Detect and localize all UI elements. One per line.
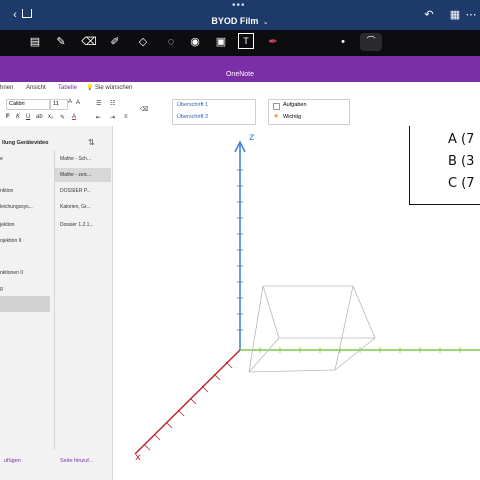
dot-icon[interactable]: • [334,33,352,51]
font-name: Calibri [9,101,25,107]
tell-me-search[interactable]: Sie wünschen [95,85,132,91]
add-section-button[interactable]: ufügen [4,458,21,464]
page-item[interactable]: Mathe - zeic... [60,172,91,178]
ipad-drawing-toolbar: ▤ ✎ ⌫ ✐ ◇ ◌ ◉ ▣ T ✒ • ⌒ [0,30,480,54]
section-item-selected[interactable] [0,296,50,312]
points-note-box: A (7 B (3 C (7 [409,126,480,205]
section-item[interactable]: g [0,286,3,292]
tag-wichtig[interactable]: Wichtig [283,114,301,120]
page-divider [54,150,55,450]
bluetooth-pen-icon[interactable]: ✒ [264,33,282,51]
point-a: A (7 [448,132,475,147]
styles-gallery[interactable]: Überschrift 1 Überschrift 2 [172,99,256,125]
page-item[interactable]: DOSSIER P... [60,188,91,194]
outdent-icon[interactable]: ⇥ [110,114,115,121]
bullets-icon[interactable]: ☰ [96,100,101,107]
ribbon: Calibri 11 A A F K U ab x₂ ✎ A ☰ ☷ ⇤ ⇥ ≡… [0,96,480,127]
x-axis-label: x [135,452,141,463]
onenote-title: OneNote [225,71,255,78]
stroke-icon[interactable]: ⌒ [360,33,382,51]
font-size: 11 [53,101,59,107]
tab-ansicht[interactable]: Ansicht [26,85,46,91]
section-item[interactable]: ojektion II [0,238,21,244]
strikethrough-icon[interactable]: ab [36,114,43,120]
style-heading-2[interactable]: Überschrift 2 [177,114,208,120]
align-icon[interactable]: ≡ [124,114,128,120]
pen-icon[interactable]: ✎ [52,33,70,51]
subscript-icon[interactable]: x₂ [48,114,53,120]
italic-icon[interactable]: K [16,114,20,120]
z-axis [234,140,246,350]
font-name-box[interactable]: Calibri [6,99,50,110]
shrink-font-icon[interactable]: A [76,100,80,106]
section-item[interactable]: nktion [0,188,13,194]
underline-icon[interactable]: U [26,114,30,120]
multitask-dots[interactable]: ••• [232,0,246,11]
section-item[interactable]: nktionen II [0,270,23,276]
title-wrap: BYOD Film ⌄ [0,11,480,29]
notebook-sidebar: llung Gerätevideo ⇅ e nktion leichungssy… [0,126,113,480]
page-canvas[interactable]: z x A (7 B (3 C (7 [113,126,480,480]
sort-icon[interactable]: ⇅ [88,138,95,147]
indent-icon[interactable]: ⇤ [96,114,101,121]
shapes-icon[interactable]: ◇ [134,33,152,51]
grow-font-icon[interactable]: A [68,99,72,105]
sketched-prism [248,285,376,373]
sidebar-icon[interactable]: ▤ [26,33,44,51]
x-ticks [143,361,233,451]
z-axis-label: z [249,132,255,143]
point-b: B (3 [448,154,475,169]
more-icon[interactable]: ⋯ [462,6,480,24]
x-axis [134,349,241,455]
page-item[interactable]: Dossier 1.2.1... [60,222,94,228]
undo-icon[interactable]: ↶ [420,6,438,24]
tag-aufgaben[interactable]: Aufgaben [283,102,307,108]
lightbulb-icon: 💡 [86,85,94,91]
highlighter-icon[interactable]: ✐ [106,33,124,51]
notebook-name[interactable]: llung Gerätevideo [2,140,48,146]
point-c: C (7 [448,176,475,191]
add-page-button[interactable]: Seite hinzuf... [60,458,93,464]
numbering-icon[interactable]: ☷ [110,100,115,107]
page-item[interactable]: Mathe - Sch... [60,156,91,162]
section-item[interactable]: leichungssys... [0,204,33,210]
font-color-icon[interactable]: A [72,114,76,120]
eye-icon[interactable]: ◉ [186,33,204,51]
app-title[interactable]: BYOD Film [211,16,258,26]
font-size-box[interactable]: 11 [50,99,68,110]
text-icon[interactable]: T [238,33,254,49]
highlight-icon[interactable]: ✎ [60,114,65,121]
section-item[interactable]: e [0,156,3,162]
onenote-titlebar: OneNote [0,56,480,82]
page-item[interactable]: Kalorien, Gr... [60,204,91,210]
eraser-format-icon[interactable]: ⌫ [140,106,148,113]
ribbon-tabs: hnen Ansicht Tabelle 💡 Sie wünschen [0,82,480,96]
eraser-icon[interactable]: ⌫ [80,33,98,51]
star-icon: ★ [273,113,280,120]
shared-screen: OneNote hnen Ansicht Tabelle 💡 Sie wünsc… [0,56,480,480]
tags-gallery[interactable]: Aufgaben ★ Wichtig [268,99,350,125]
section-item[interactable]: jektion [0,222,14,228]
chevron-down-icon[interactable]: ⌄ [263,19,269,26]
tab-zeichnen[interactable]: hnen [0,85,13,91]
checkbox-icon [273,103,280,110]
image-icon[interactable]: ▣ [212,33,230,51]
bold-icon[interactable]: F [6,114,10,120]
tab-tabelle[interactable]: Tabelle [58,85,77,91]
lasso-icon[interactable]: ◌ [162,33,180,51]
share-icon[interactable] [22,9,32,18]
style-heading-1[interactable]: Überschrift 1 [177,102,208,108]
